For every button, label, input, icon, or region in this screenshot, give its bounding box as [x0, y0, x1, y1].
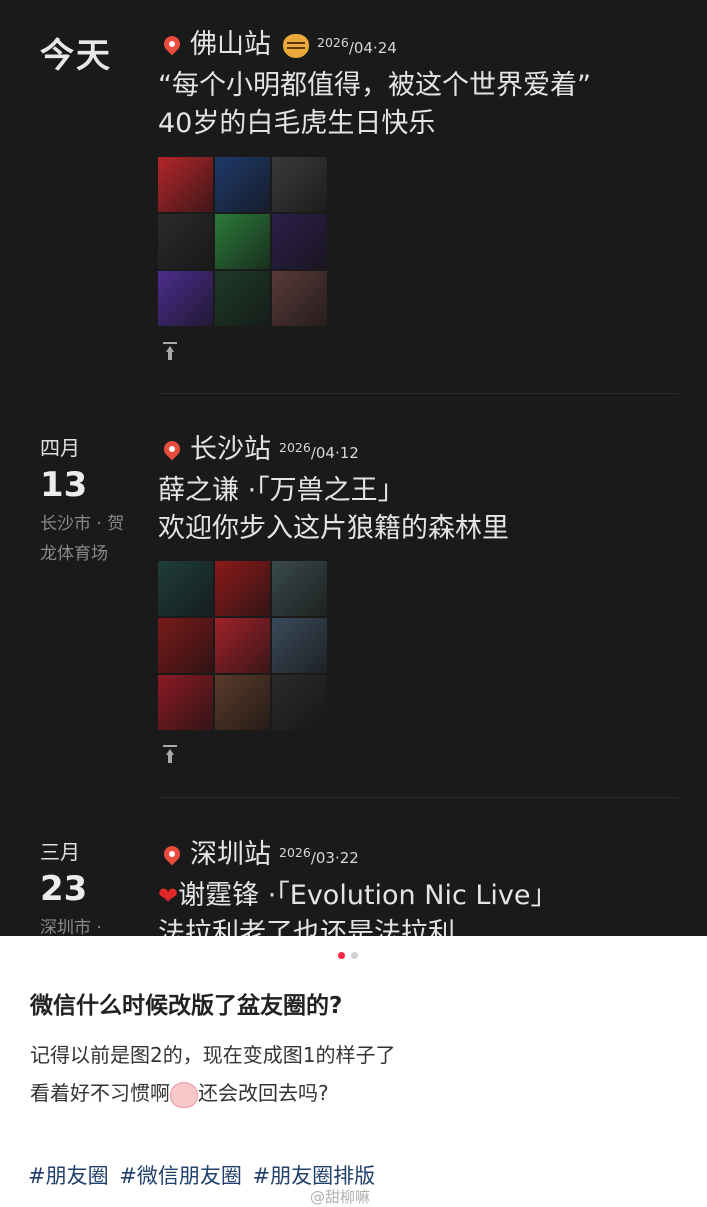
photo-grid[interactable]: [158, 157, 327, 326]
station-name: 长沙站: [190, 434, 271, 465]
photo-thumbnail[interactable]: [215, 271, 270, 326]
post-text-line: “每个小明都值得，被这个世界爱着”: [158, 70, 591, 101]
post-body: 记得以前是图2的，现在变成图1的样子了 看着好不习惯啊 还会改回去吗?: [30, 1036, 395, 1112]
post-content: 长沙站 2026/04·12 薛之谦 ·「万兽之王」 欢迎你步入这片狼籍的森林里: [158, 429, 678, 548]
photo-thumbnail[interactable]: [158, 675, 213, 730]
date-month: 三月: [40, 840, 80, 864]
photo-thumbnail[interactable]: [158, 157, 213, 212]
photo-thumbnail[interactable]: [158, 214, 213, 269]
date-today-label: 今天: [40, 36, 112, 76]
post-title: 微信什么时候改版了盆友圈的?: [30, 993, 343, 1019]
location-text: 长沙市 · 贺龙体育场: [40, 514, 125, 564]
location-pin-icon: [160, 437, 184, 460]
heart-icon: ❤: [158, 882, 179, 910]
photo-thumbnail[interactable]: [272, 214, 327, 269]
station-name: 佛山站: [190, 29, 271, 60]
pin-to-top-icon[interactable]: [163, 745, 177, 763]
location-pin-icon: [160, 32, 184, 55]
watermark: @甜柳嘛: [310, 1188, 371, 1206]
date-day: 23: [40, 869, 88, 909]
carousel-indicator: [338, 952, 358, 959]
post-text-line: 40岁的白毛虎生日快乐: [158, 108, 436, 139]
station-line: 长沙站 2026/04·12: [158, 429, 678, 472]
carousel-dot[interactable]: [351, 952, 358, 959]
station-line: 深圳站 2026/03·22: [158, 834, 678, 877]
post-body-line: 记得以前是图2的，现在变成图1的样子了: [30, 1043, 396, 1067]
date-tag: 2026/04·12: [279, 440, 359, 462]
post-content: 深圳站 2026/03·22 ❤谢霆锋 ·「Evolution Nic Live」…: [158, 834, 678, 936]
post-body-line: 看着好不习惯啊 还会改回去吗?: [30, 1074, 395, 1112]
post-text-line: 欢迎你步入这片狼籍的森林里: [158, 513, 509, 544]
photo-thumbnail[interactable]: [272, 561, 327, 616]
date-column: 三月 23 深圳市 ·: [40, 836, 140, 936]
divider: [158, 393, 678, 394]
photo-thumbnail[interactable]: [272, 618, 327, 673]
photo-thumbnail[interactable]: [158, 271, 213, 326]
date-tag: 2026/04·24: [317, 35, 397, 57]
date-column: 四月 13 长沙市 · 贺龙体育场: [40, 432, 140, 569]
divider: [158, 797, 678, 798]
tiger-icon: [283, 33, 309, 58]
photo-thumbnail[interactable]: [272, 157, 327, 212]
post-text-line: 薛之谦 ·「万兽之王」: [158, 475, 405, 506]
pin-to-top-icon[interactable]: [163, 342, 177, 360]
photo-thumbnail[interactable]: [215, 157, 270, 212]
post-content: 佛山站 2026/04·24 “每个小明都值得，被这个世界爱着” 40岁的白毛虎生…: [158, 24, 678, 143]
crying-face-icon: [170, 1081, 198, 1108]
station-name: 深圳站: [190, 839, 271, 870]
photo-thumbnail[interactable]: [215, 214, 270, 269]
date-day: 13: [40, 465, 88, 505]
photo-thumbnail[interactable]: [158, 561, 213, 616]
date-column: 今天: [40, 28, 140, 77]
station-line: 佛山站 2026/04·24: [158, 24, 678, 67]
location-pin-icon: [160, 842, 184, 865]
photo-thumbnail[interactable]: [272, 271, 327, 326]
location-text: 深圳市 ·: [40, 918, 102, 936]
photo-thumbnail[interactable]: [215, 618, 270, 673]
moments-feed-screenshot: 今天 佛山站 2026/04·24 “每个小明都值得，被这个世界爱着” 40岁的白…: [0, 0, 707, 936]
photo-thumbnail[interactable]: [215, 561, 270, 616]
date-tag: 2026/03·22: [279, 845, 359, 867]
photo-grid[interactable]: [158, 561, 327, 730]
photo-thumbnail[interactable]: [158, 618, 213, 673]
carousel-dot[interactable]: [338, 952, 345, 959]
post-text-line: 法拉利老了也还是法拉利: [158, 918, 455, 936]
photo-thumbnail[interactable]: [215, 675, 270, 730]
date-month: 四月: [40, 436, 80, 460]
post-text-line: ❤谢霆锋 ·「Evolution Nic Live」: [158, 880, 558, 911]
photo-thumbnail[interactable]: [272, 675, 327, 730]
